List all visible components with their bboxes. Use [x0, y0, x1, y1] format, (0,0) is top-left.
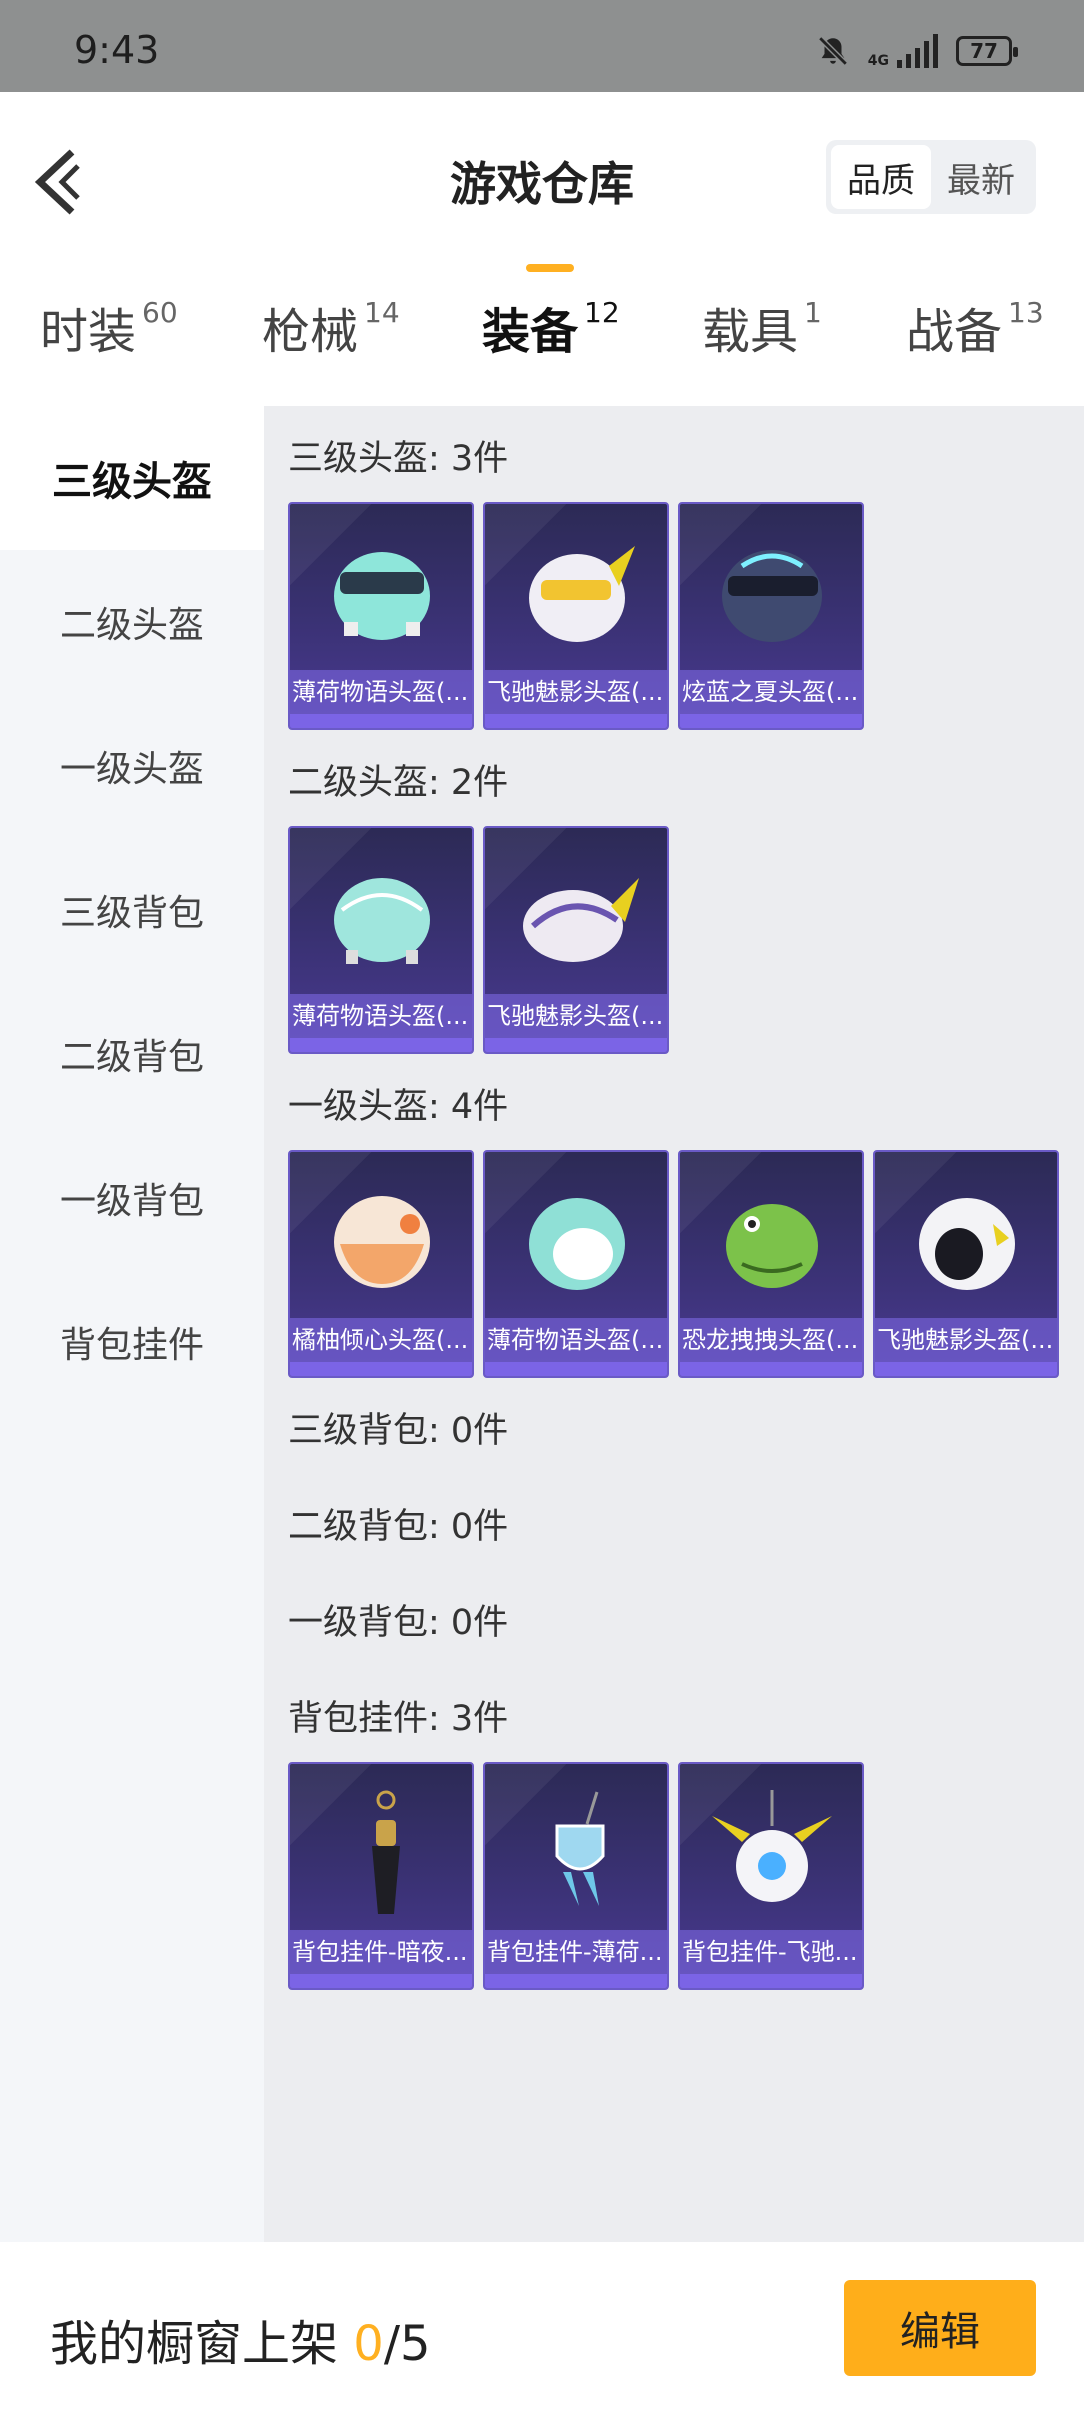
- tab-vehicles[interactable]: 载具 1: [702, 292, 822, 402]
- tab-count: 60: [142, 296, 178, 329]
- sidebar: 三级头盔 二级头盔 一级头盔 三级背包 二级背包 一级背包 背包挂件: [0, 406, 264, 2242]
- tab-count: 13: [1008, 296, 1044, 329]
- item-card[interactable]: 炫蓝之夏头盔(...: [678, 502, 864, 730]
- tab-count: 1: [804, 296, 822, 329]
- item-name: 橘柚倾心头盔(...: [290, 1318, 472, 1362]
- card-strip: [290, 714, 472, 728]
- card-strip: [485, 714, 667, 728]
- sidebar-item-helmet-lv3[interactable]: 三级头盔: [0, 406, 264, 550]
- sidebar-item-helmet-lv1[interactable]: 一级头盔: [0, 694, 264, 838]
- card-strip: [290, 1974, 472, 1988]
- orange-helmet-icon: [334, 1196, 430, 1288]
- shelf-total-count: /5: [383, 2316, 431, 2372]
- mint-helmet-icon: [529, 1198, 625, 1290]
- signal-icon: 4G: [868, 34, 938, 68]
- battery-level: 77: [970, 39, 998, 63]
- item-card[interactable]: 飞驰魅影头盔(...: [483, 826, 669, 1054]
- tab-label: 装备: [482, 304, 579, 360]
- tab-battle-gear[interactable]: 战备 13: [906, 292, 1044, 402]
- tab-label: 时装: [40, 304, 137, 360]
- racer-helmet-icon: [523, 878, 639, 962]
- card-strip: [290, 1362, 472, 1376]
- sort-toggle: 品质 最新: [826, 140, 1036, 214]
- mint-helmet-icon: [334, 552, 430, 640]
- active-tab-indicator: [526, 264, 574, 272]
- tab-fashion[interactable]: 时装 60: [40, 292, 178, 402]
- item-card[interactable]: 薄荷物语头盔(...: [288, 826, 474, 1054]
- tab-equipment[interactable]: 装备 12: [482, 292, 620, 402]
- card-strip: [485, 1974, 667, 1988]
- item-card[interactable]: 背包挂件-薄荷...: [483, 1762, 669, 1990]
- tab-label: 枪械: [262, 304, 359, 360]
- status-bar: 9:43 4G 77: [0, 0, 1084, 92]
- racer-charm-icon: [712, 1790, 832, 1902]
- racer-helmet-icon: [529, 546, 635, 642]
- tab-count: 14: [364, 296, 400, 329]
- shelf-label: 我的橱窗上架: [50, 2316, 339, 2372]
- section-title: 背包挂件: 3件: [288, 1699, 509, 1739]
- sort-newest-button[interactable]: 最新: [931, 145, 1031, 209]
- section-title: 一级头盔: 4件: [288, 1087, 509, 1127]
- bell-off-icon: [818, 36, 848, 66]
- bottom-bar: 我的橱窗上架 0/5 编辑: [0, 2242, 1084, 2412]
- item-card[interactable]: 背包挂件-暗夜...: [288, 1762, 474, 1990]
- item-name: 薄荷物语头盔(...: [290, 994, 472, 1038]
- shelf-status: 我的橱窗上架 0/5: [50, 2304, 431, 2374]
- section-title: 二级背包: 0件: [288, 1507, 509, 1547]
- tab-label: 载具: [702, 304, 799, 360]
- card-strip: [485, 1362, 667, 1376]
- item-name: 薄荷物语头盔(...: [485, 1318, 667, 1362]
- mint-charm-icon: [555, 1791, 605, 1906]
- sidebar-item-backpack-lv2[interactable]: 二级背包: [0, 982, 264, 1126]
- sort-quality-button[interactable]: 品质: [831, 145, 931, 209]
- night-charm-icon: [372, 1790, 400, 1914]
- item-list: 三级头盔: 3件 薄荷物语头盔(... 飞驰魅影头盔(... 炫蓝之夏头盔(..…: [264, 406, 1084, 2242]
- card-strip: [680, 1362, 862, 1376]
- section-title: 一级背包: 0件: [288, 1603, 509, 1643]
- item-name: 恐龙拽拽头盔(...: [680, 1318, 862, 1362]
- item-card[interactable]: 橘柚倾心头盔(...: [288, 1150, 474, 1378]
- item-card[interactable]: 飞驰魅影头盔(...: [873, 1150, 1059, 1378]
- card-strip: [680, 714, 862, 728]
- section-title: 三级头盔: 3件: [288, 439, 509, 479]
- item-name: 薄荷物语头盔(...: [290, 670, 472, 714]
- sidebar-item-backpack-lv1[interactable]: 一级背包: [0, 1126, 264, 1270]
- category-tabs: 时装 60 枪械 14 装备 12 载具 1 战备 13: [0, 292, 1084, 402]
- item-name: 炫蓝之夏头盔(...: [680, 670, 862, 714]
- edit-button[interactable]: 编辑: [844, 2280, 1036, 2376]
- item-card[interactable]: 背包挂件-飞驰...: [678, 1762, 864, 1990]
- item-name: 背包挂件-暗夜...: [290, 1930, 472, 1974]
- item-card[interactable]: 飞驰魅影头盔(...: [483, 502, 669, 730]
- item-name: 飞驰魅影头盔(...: [485, 670, 667, 714]
- racer-helmet-icon: [919, 1198, 1015, 1290]
- dino-helmet-icon: [726, 1204, 818, 1288]
- card-strip: [485, 1038, 667, 1052]
- tab-guns[interactable]: 枪械 14: [262, 292, 400, 402]
- item-name: 背包挂件-薄荷...: [485, 1930, 667, 1974]
- card-strip: [875, 1362, 1057, 1376]
- header: 游戏仓库 品质 最新 时装 60 枪械 14 装备 12 载具 1 战备 13: [0, 92, 1084, 402]
- item-card[interactable]: 薄荷物语头盔(...: [288, 502, 474, 730]
- section-title: 二级头盔: 2件: [288, 763, 509, 803]
- tab-label: 战备: [906, 304, 1003, 360]
- shelf-current-count: 0: [353, 2316, 384, 2372]
- card-strip: [290, 1038, 472, 1052]
- item-card[interactable]: 薄荷物语头盔(...: [483, 1150, 669, 1378]
- item-card[interactable]: 恐龙拽拽头盔(...: [678, 1150, 864, 1378]
- tab-count: 12: [584, 296, 620, 329]
- sidebar-item-helmet-lv2[interactable]: 二级头盔: [0, 550, 264, 694]
- blue-summer-helmet-icon: [722, 550, 822, 642]
- item-name: 飞驰魅影头盔(...: [485, 994, 667, 1038]
- sidebar-item-backpack-lv3[interactable]: 三级背包: [0, 838, 264, 982]
- section-title: 三级背包: 0件: [288, 1411, 509, 1451]
- sidebar-item-backpack-charm[interactable]: 背包挂件: [0, 1270, 264, 1414]
- network-type: 4G: [867, 53, 889, 69]
- mint-helmet-icon: [334, 878, 430, 964]
- item-name: 飞驰魅影头盔(...: [875, 1318, 1057, 1362]
- status-icons: 4G 77: [816, 34, 1018, 68]
- card-strip: [680, 1974, 862, 1988]
- item-name: 背包挂件-飞驰...: [680, 1930, 862, 1974]
- status-time: 9:43: [74, 28, 160, 72]
- battery-icon: 77: [956, 36, 1018, 66]
